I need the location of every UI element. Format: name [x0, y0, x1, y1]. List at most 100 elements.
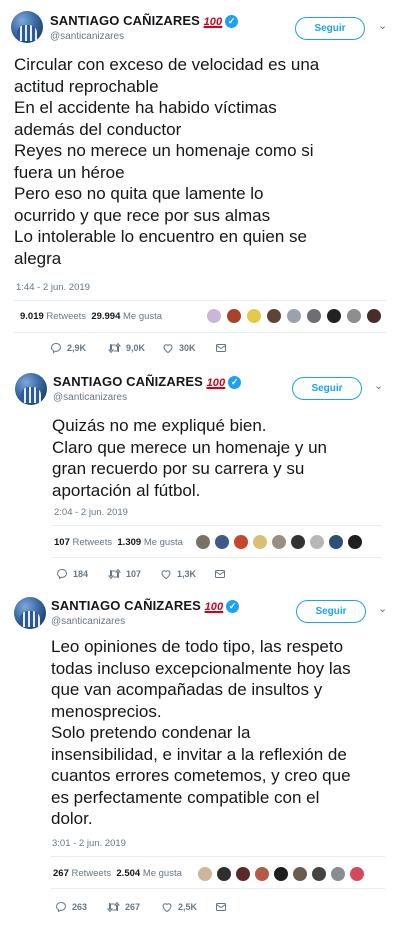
chevron-down-icon[interactable]: ⌄	[374, 379, 383, 392]
retweet-button[interactable]: 107	[108, 568, 141, 580]
likes-label[interactable]: Me gusta	[144, 537, 183, 548]
tweet-line: Lo intolerable lo encuentro en quien se	[14, 227, 307, 246]
likers-avatars	[206, 308, 386, 324]
tweet-line: dolor.	[51, 809, 93, 828]
reply-icon	[56, 568, 68, 580]
liker-avatar[interactable]	[366, 308, 382, 324]
author-name-text: SANTIAGO CAÑIZARES	[50, 13, 200, 28]
divider	[52, 525, 382, 526]
liker-avatar[interactable]	[226, 308, 242, 324]
liker-avatar[interactable]	[254, 866, 270, 882]
tweet-line: Circular con exceso de velocidad es una	[14, 55, 320, 74]
liker-avatar[interactable]	[246, 308, 262, 324]
liker-avatar[interactable]	[273, 866, 289, 882]
liker-avatar[interactable]	[290, 534, 306, 550]
reply-count: 2,9K	[67, 343, 87, 353]
likes-count[interactable]: 1.309	[117, 537, 141, 548]
follow-button[interactable]: Seguir	[296, 600, 366, 623]
author-handle[interactable]: @santicanizares	[50, 31, 124, 42]
avatar[interactable]	[14, 597, 46, 629]
liker-avatar[interactable]	[197, 866, 213, 882]
liker-avatar[interactable]	[306, 308, 322, 324]
direct-message-button[interactable]	[215, 342, 232, 354]
hundred-emoji-icon: 100	[204, 601, 224, 613]
tweet-text: Quizás no me expliqué bien. Claro que me…	[52, 415, 327, 501]
engagement-stats: 107 Retweets 1.309 Me gusta	[54, 537, 183, 548]
like-button[interactable]: 1,3K	[160, 568, 196, 580]
author-name[interactable]: SANTIAGO CAÑIZARES 100 ✓	[50, 13, 239, 28]
retweet-icon	[107, 901, 120, 913]
retweets-count[interactable]: 267	[53, 868, 69, 879]
likes-label[interactable]: Me gusta	[143, 868, 182, 879]
tweet-line: además del conductor	[14, 119, 182, 139]
heart-icon	[161, 570, 171, 580]
liker-avatar[interactable]	[271, 534, 287, 550]
direct-message-button[interactable]	[214, 568, 231, 580]
avatar[interactable]	[15, 373, 47, 405]
like-button[interactable]: 2,5K	[161, 901, 197, 913]
tweet-line: actitud reprochable	[14, 76, 159, 96]
liker-avatar[interactable]	[286, 308, 302, 324]
tweet-line: todas incluso excepcionalmente hoy las	[51, 658, 351, 678]
liker-avatar[interactable]	[330, 866, 346, 882]
author-name[interactable]: SANTIAGO CAÑIZARES 100 ✓	[53, 374, 242, 389]
tweet-line: Claro que merece un homenaje y un	[52, 437, 327, 457]
tweet-timestamp[interactable]: 3:01 - 2 jun. 2019	[52, 838, 126, 849]
tweet-timestamp[interactable]: 2:04 - 2 jun. 2019	[54, 507, 128, 518]
liker-avatar[interactable]	[349, 866, 365, 882]
author-handle[interactable]: @santicanizares	[53, 392, 127, 403]
author-handle[interactable]: @santicanizares	[51, 616, 125, 627]
follow-button[interactable]: Seguir	[295, 17, 365, 40]
retweet-button[interactable]: 267	[107, 901, 140, 913]
reply-button[interactable]: 263	[55, 901, 87, 913]
likes-count[interactable]: 2.504	[116, 868, 140, 879]
liker-avatar[interactable]	[328, 534, 344, 550]
reply-button[interactable]: 184	[56, 568, 88, 580]
liker-avatar[interactable]	[347, 534, 363, 550]
retweet-button[interactable]: 9,0K	[108, 342, 145, 354]
envelope-icon	[216, 344, 226, 352]
liker-avatar[interactable]	[266, 308, 282, 324]
tweet-actions: 2,9K 9,0K 30K	[50, 342, 250, 356]
chevron-down-icon[interactable]: ⌄	[378, 19, 387, 32]
chevron-down-icon[interactable]: ⌄	[378, 602, 387, 615]
heart-icon	[163, 344, 173, 354]
liker-avatar[interactable]	[216, 866, 232, 882]
retweet-count: 9,0K	[126, 343, 146, 353]
tweet-line: aportación al fútbol.	[52, 480, 201, 500]
liker-avatar[interactable]	[206, 308, 222, 324]
liker-avatar[interactable]	[326, 308, 342, 324]
like-count: 30K	[179, 343, 196, 353]
retweets-label[interactable]: Retweets	[72, 868, 112, 879]
like-button[interactable]: 30K	[162, 342, 196, 354]
tweet-line: que van acompañadas de insultos y	[51, 680, 323, 699]
divider	[51, 856, 385, 857]
liker-avatar[interactable]	[233, 534, 249, 550]
retweets-label[interactable]: Retweets	[73, 537, 113, 548]
retweets-count[interactable]: 107	[54, 537, 70, 548]
reply-icon	[50, 342, 62, 354]
follow-button[interactable]: Seguir	[292, 377, 362, 400]
author-name[interactable]: SANTIAGO CAÑIZARES 100 ✓	[51, 598, 240, 613]
retweets-count[interactable]: 9.019	[20, 311, 44, 322]
tweet-1: SANTIAGO CAÑIZARES 100 ✓ @santicanizares …	[0, 0, 400, 365]
likes-label[interactable]: Me gusta	[123, 311, 162, 322]
liker-avatar[interactable]	[346, 308, 362, 324]
tweet-2: SANTIAGO CAÑIZARES 100 ✓ @santicanizares …	[0, 365, 400, 588]
direct-message-button[interactable]	[215, 901, 232, 913]
liker-avatar[interactable]	[311, 866, 327, 882]
liker-avatar[interactable]	[252, 534, 268, 550]
retweet-icon	[108, 342, 121, 354]
retweet-count: 107	[126, 569, 142, 579]
liker-avatar[interactable]	[309, 534, 325, 550]
likes-count[interactable]: 29.994	[91, 311, 120, 322]
tweet-timestamp[interactable]: 1:44 - 2 jun. 2019	[16, 282, 90, 293]
avatar[interactable]	[11, 11, 43, 43]
liker-avatar[interactable]	[195, 534, 211, 550]
reply-button[interactable]: 2,9K	[50, 342, 86, 354]
liker-avatar[interactable]	[235, 866, 251, 882]
liker-avatar[interactable]	[292, 866, 308, 882]
retweet-icon	[108, 568, 121, 580]
liker-avatar[interactable]	[214, 534, 230, 550]
retweets-label[interactable]: Retweets	[46, 311, 86, 322]
